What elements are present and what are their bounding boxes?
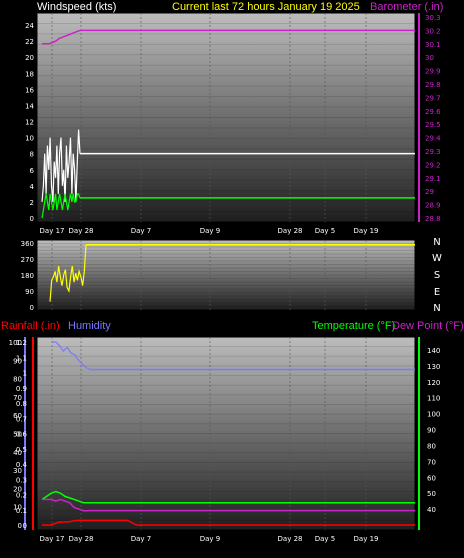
direction-y-tick: 0 (30, 304, 34, 312)
rainfall-label: Rainfall (.in) (1, 320, 60, 332)
wind-y-tick: 6 (30, 167, 35, 175)
wind-y-tick: 4 (30, 183, 35, 191)
rain-y-tick: 0.1 (16, 507, 27, 515)
x-tick-label: Day 7 (131, 227, 152, 235)
barometer-y-tick: 30.3 (425, 14, 441, 22)
humidity-y-tick: 0 (18, 522, 22, 530)
rain-y-tick: 0.3 (16, 476, 27, 484)
wind-y-tick: 14 (25, 102, 34, 110)
x-tick-label: Day 17 (40, 227, 65, 235)
rain-y-tick: 0.9 (16, 385, 27, 393)
rain-y-tick: 0 (23, 522, 27, 530)
wind-y-tick: 2 (30, 199, 34, 207)
windspeed-label: Windspeed (kts) (37, 1, 117, 13)
compass-label: S (434, 270, 440, 281)
wind-y-tick: 22 (25, 38, 34, 46)
rain-y-tick: 0.2 (16, 492, 27, 500)
barometer-y-tick: 29.7 (425, 94, 441, 102)
wind-y-tick: 0 (30, 215, 34, 223)
direction-y-tick: 180 (21, 272, 34, 280)
x-tick-label: Day 19 (354, 535, 379, 543)
x-tick-label: Day 5 (315, 227, 336, 235)
temperature-y-tick: 120 (427, 379, 440, 387)
barometer-label: Barometer (.in) (370, 1, 444, 13)
temperature-y-tick: 130 (427, 363, 440, 371)
compass-label: N (433, 237, 440, 248)
direction-y-tick: 270 (21, 256, 34, 264)
rain-y-tick: 0.8 (16, 400, 27, 408)
x-tick-label: Day 28 (69, 227, 94, 235)
current-title: Current last 72 hours January 19 2025 (172, 1, 360, 13)
weather-chart: Day 17 Day 28 Day 7 Day 9 Day 28 Day 5 Day 19 D… (0, 0, 464, 553)
x-tick-label: Day 28 (278, 227, 303, 235)
x-tick-label: Day 28 (278, 535, 303, 543)
humidity-y-tick: 80 (13, 376, 22, 384)
x-tick-label: Day 19 (354, 227, 379, 235)
barometer-y-tick: 30.1 (425, 41, 441, 49)
direction-y-tick: 360 (21, 240, 34, 248)
wind-y-tick: 8 (30, 151, 34, 159)
compass-label: N (433, 303, 440, 314)
compass-label: E (434, 287, 440, 298)
compass-label: W (432, 253, 442, 264)
barometer-y-tick: 29.8 (425, 81, 441, 89)
rain-y-tick: 1 (23, 370, 27, 378)
temperature-y-tick: 40 (427, 506, 436, 514)
dewpoint-label: Dew Point (°F) (392, 320, 464, 332)
temperature-label: Temperature (°F) (312, 320, 396, 332)
rain-y-tick: 0.5 (16, 446, 27, 454)
rain-y-tick: 0.6 (16, 431, 28, 439)
temperature-y-tick: 110 (427, 395, 440, 403)
barometer-y-tick: 29.4 (425, 135, 441, 143)
barometer-y-tick: 29.6 (425, 108, 441, 116)
barometer-y-tick: 29.3 (425, 148, 441, 156)
weather-chart-svg: Day 17 Day 28 Day 7 Day 9 Day 28 Day 5 Day 19 D… (9, 12, 442, 543)
humidity-label: Humidity (68, 320, 111, 332)
x-tick-label: Day 9 (200, 535, 221, 543)
barometer-y-tick: 29.2 (425, 161, 441, 169)
barometer-y-tick: 29.1 (425, 175, 441, 183)
wind-y-tick: 18 (25, 70, 34, 78)
wind-y-tick: 16 (25, 86, 34, 94)
barometer-y-tick: 29 (425, 188, 434, 196)
x-tick-label: Day 5 (315, 535, 336, 543)
temperature-y-tick: 70 (427, 458, 436, 466)
wind-y-tick: 20 (25, 54, 34, 62)
barometer-y-tick: 30.2 (425, 27, 441, 35)
rain-y-tick: 1.2 (16, 339, 27, 347)
temperature-y-tick: 50 (427, 490, 436, 498)
barometer-y-tick: 29.9 (425, 68, 441, 76)
wind-y-tick: 24 (25, 22, 34, 30)
rain-y-tick: 0.7 (16, 415, 27, 423)
x-tick-label: Day 9 (200, 227, 221, 235)
barometer-y-tick: 28.9 (425, 202, 441, 210)
barometer-y-tick: 28.8 (425, 215, 441, 223)
wind-y-tick: 10 (25, 135, 34, 143)
wind-y-tick: 12 (25, 119, 34, 127)
x-tick-label: Day 28 (69, 535, 94, 543)
temperature-y-tick: 60 (427, 474, 436, 482)
barometer-y-tick: 30 (425, 54, 434, 62)
temperature-y-tick: 100 (427, 411, 440, 419)
direction-y-tick: 90 (25, 288, 34, 296)
temperature-y-tick: 80 (427, 442, 436, 450)
x-tick-label: Day 7 (131, 535, 152, 543)
temperature-y-tick: 140 (427, 347, 440, 355)
temperature-y-tick: 90 (427, 427, 436, 435)
rain-y-tick: 1.1 (16, 354, 27, 362)
barometer-y-tick: 29.5 (425, 121, 441, 129)
rain-y-tick: 0.4 (16, 461, 28, 469)
x-tick-label: Day 17 (40, 535, 65, 543)
